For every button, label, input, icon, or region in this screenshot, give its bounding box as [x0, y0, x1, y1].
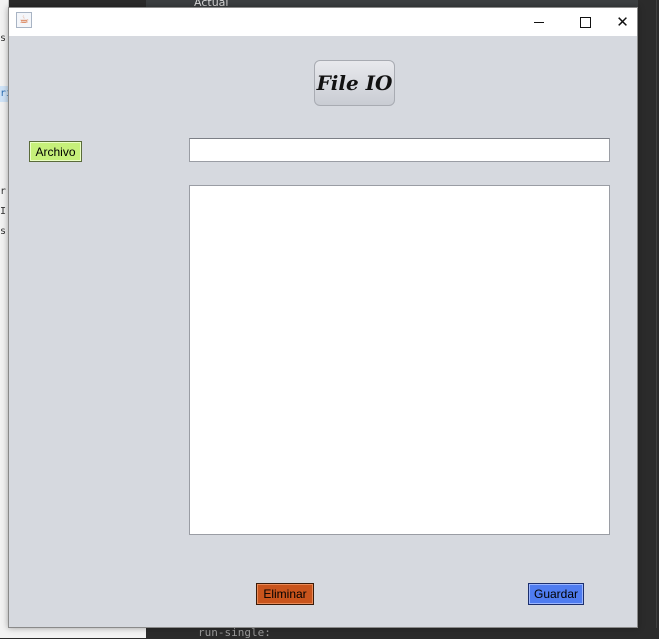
- background-text: r: [0, 186, 7, 197]
- close-button[interactable]: ✕: [608, 8, 637, 36]
- page-title: File IO: [314, 60, 395, 106]
- guardar-button[interactable]: Guardar: [528, 583, 584, 605]
- maximize-icon: [579, 16, 591, 28]
- background-output-text: run-single:: [198, 626, 271, 639]
- background-right-panel: [638, 0, 659, 638]
- eliminar-button[interactable]: Eliminar: [256, 583, 314, 605]
- maximize-button[interactable]: [562, 8, 608, 36]
- java-icon[interactable]: ☕: [16, 12, 32, 28]
- background-text: s: [0, 33, 7, 44]
- background-strip: [0, 628, 146, 638]
- minimize-icon: [534, 21, 544, 23]
- background-divider: [656, 0, 657, 638]
- minimize-button[interactable]: [516, 8, 562, 36]
- background-text: I: [0, 206, 7, 217]
- file-content-area[interactable]: [189, 185, 610, 535]
- background-output-panel: run-single:: [0, 626, 659, 639]
- background-text: s: [0, 226, 7, 237]
- window-titlebar[interactable]: ☕ ✕: [9, 8, 637, 36]
- close-icon: ✕: [616, 12, 629, 31]
- file-path-field[interactable]: [189, 138, 610, 162]
- file-io-window: ☕ ✕ File IO Archivo Eliminar Guardar: [8, 7, 638, 628]
- archivo-button[interactable]: Archivo: [29, 141, 82, 162]
